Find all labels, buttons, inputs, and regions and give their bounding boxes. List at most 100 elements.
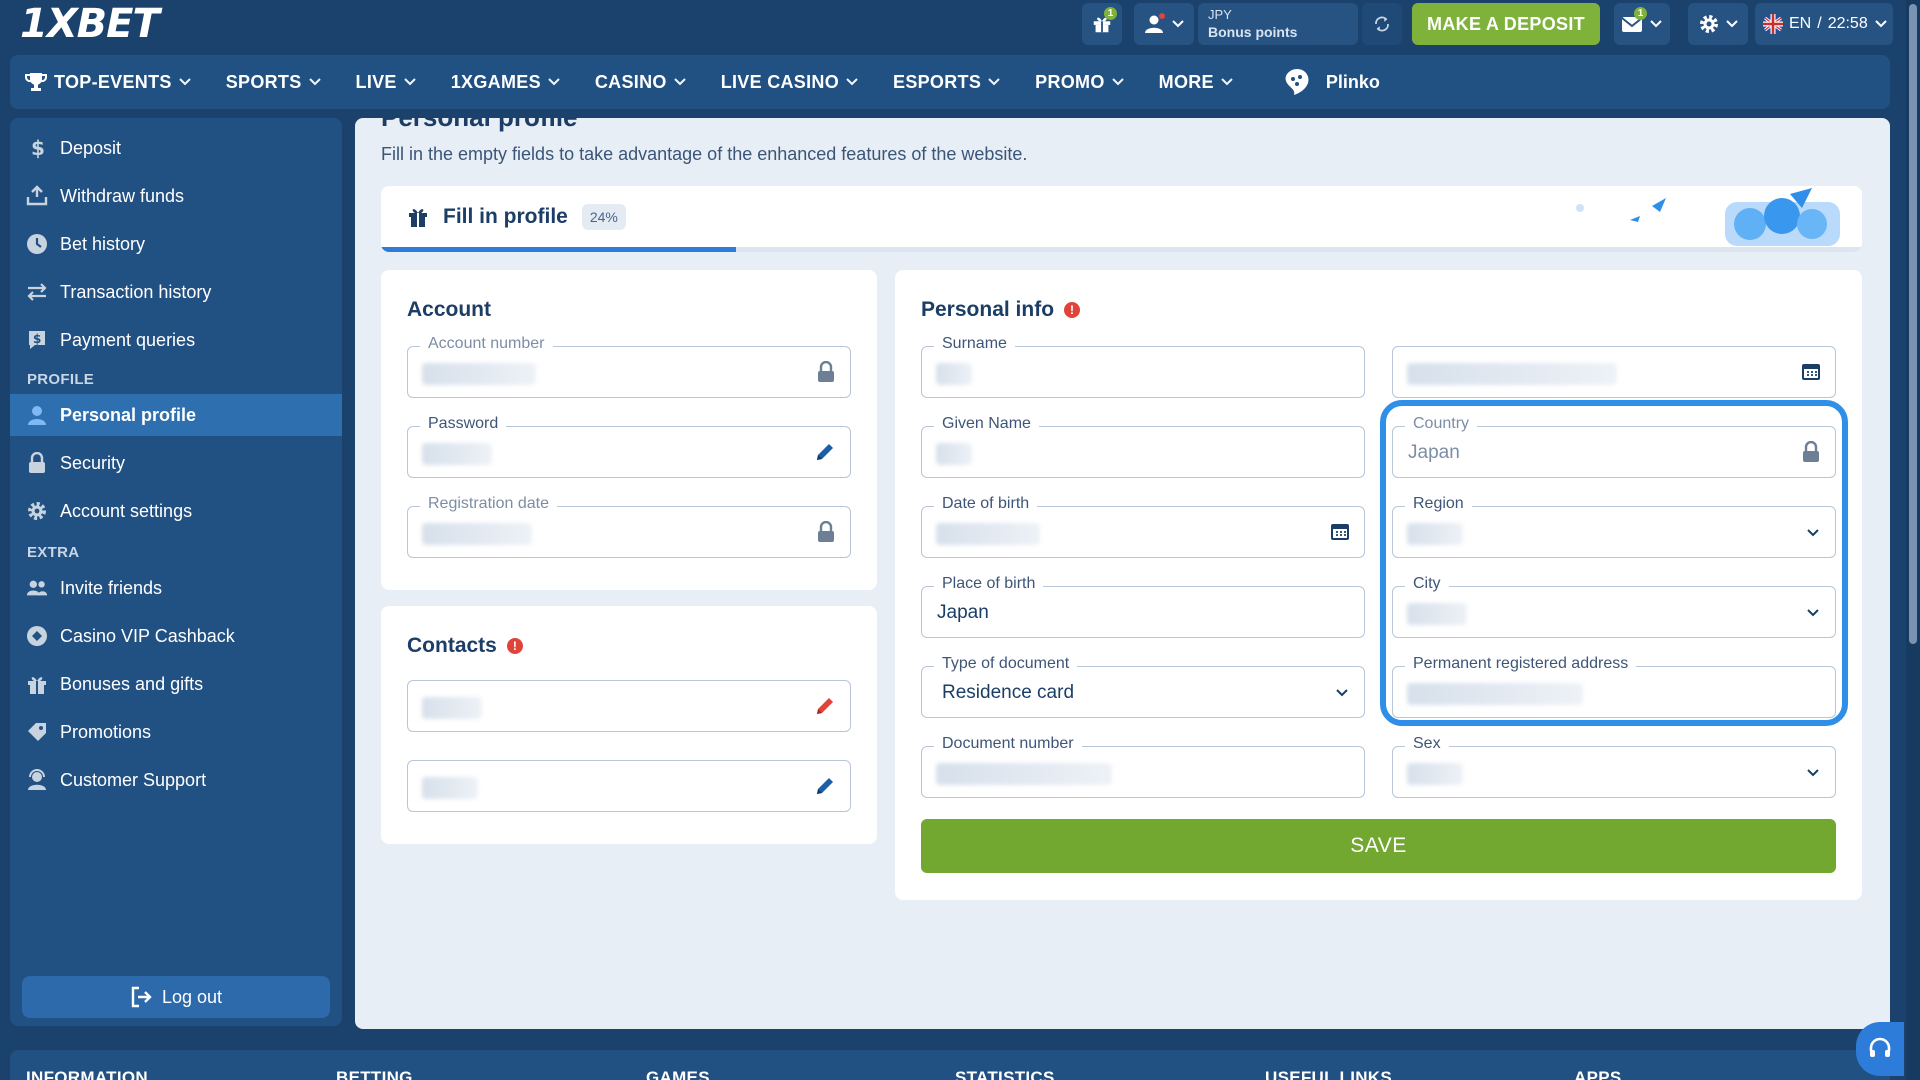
scrollbar-thumb[interactable] bbox=[1909, 4, 1917, 644]
sidebar-item-label: Invite friends bbox=[60, 577, 163, 598]
document-number-field[interactable]: Document number bbox=[921, 735, 1365, 798]
chevron-down-icon bbox=[1172, 20, 1184, 28]
make-deposit-button[interactable]: MAKE A DEPOSIT bbox=[1412, 3, 1600, 45]
nav-live[interactable]: LIVE bbox=[356, 72, 417, 93]
language-time-selector[interactable]: EN / 22:58 bbox=[1755, 3, 1893, 45]
surname-field[interactable]: Surname bbox=[921, 335, 1365, 398]
profile-menu-button[interactable] bbox=[1134, 3, 1194, 45]
given-name-value-masked bbox=[936, 443, 972, 465]
users-icon bbox=[26, 577, 48, 599]
nav-more[interactable]: MORE bbox=[1159, 72, 1234, 93]
given-name-field[interactable]: Given Name bbox=[921, 415, 1365, 478]
type-of-document-select[interactable]: Type of document Residence card bbox=[921, 655, 1365, 718]
sidebar-item-label: Payment queries bbox=[60, 329, 196, 350]
live-support-button[interactable] bbox=[1856, 1022, 1904, 1076]
fill-profile-banner[interactable]: Fill in profile 24% bbox=[381, 186, 1862, 252]
nav-1xgames[interactable]: 1XGAMES bbox=[451, 72, 561, 93]
fill-profile-title: Fill in profile 24% bbox=[407, 204, 626, 230]
issue-date-value-masked bbox=[1407, 363, 1617, 385]
sidebar-item-promotions[interactable]: Promotions bbox=[10, 711, 342, 753]
withdraw-icon bbox=[26, 185, 48, 207]
cashback-icon bbox=[26, 625, 48, 647]
sidebar-item-invite-friends[interactable]: Invite friends bbox=[10, 567, 342, 609]
personal-info-title: Personal info ! bbox=[921, 298, 1081, 322]
sidebar-section-extra: EXTRA bbox=[27, 544, 80, 561]
password-field[interactable]: Password bbox=[407, 415, 851, 478]
headset-icon bbox=[1869, 1037, 1891, 1057]
place-of-birth-field[interactable]: Place of birth Japan bbox=[921, 575, 1365, 638]
sidebar-item-personal-profile[interactable]: Personal profile bbox=[10, 394, 342, 436]
sidebar-item-payment-queries[interactable]: $ Payment queries bbox=[10, 319, 342, 361]
type-of-document-label: Type of document bbox=[934, 655, 1078, 673]
user-icon bbox=[1145, 13, 1165, 33]
nav-casino[interactable]: CASINO bbox=[595, 72, 687, 93]
sidebar-item-label: Account settings bbox=[60, 500, 193, 521]
nav-top-events[interactable]: TOP-EVENTS bbox=[24, 70, 192, 94]
page-subtitle: Fill in the empty fields to take advanta… bbox=[381, 144, 1028, 164]
transfer-icon bbox=[26, 281, 48, 303]
issue-date-field[interactable] bbox=[1392, 346, 1836, 398]
gifts-button[interactable]: 1 bbox=[1082, 3, 1122, 45]
sidebar-item-withdraw-funds[interactable]: Withdraw funds bbox=[10, 175, 342, 217]
phone-field[interactable] bbox=[407, 680, 851, 732]
place-of-birth-value: Japan bbox=[937, 602, 989, 623]
nav-label: LIVE CASINO bbox=[720, 71, 840, 92]
warning-icon: ! bbox=[506, 638, 523, 654]
nav-label: PROMO bbox=[1035, 71, 1105, 92]
sidebar-item-bonuses-and-gifts[interactable]: Bonuses and gifts bbox=[10, 663, 342, 705]
footer-useful-links[interactable]: USEFUL LINKS bbox=[1265, 1068, 1392, 1080]
footer-information[interactable]: INFORMATION bbox=[26, 1068, 148, 1080]
page-scrollbar[interactable] bbox=[1906, 0, 1920, 1080]
sidebar-item-bet-history[interactable]: Bet history bbox=[10, 223, 342, 265]
contacts-title-text: Contacts bbox=[407, 634, 497, 657]
password-label: Password bbox=[420, 415, 507, 433]
logout-button[interactable]: Log out bbox=[22, 976, 330, 1018]
sidebar-item-customer-support[interactable]: Customer Support bbox=[10, 759, 342, 801]
footer-betting[interactable]: BETTING bbox=[336, 1068, 413, 1080]
messages-button[interactable]: 1 bbox=[1614, 3, 1670, 45]
sidebar-item-account-settings[interactable]: Account settings bbox=[10, 490, 342, 532]
brand-logo[interactable]: 1XBET bbox=[20, 2, 160, 46]
nav-sports[interactable]: SPORTS bbox=[226, 72, 322, 93]
sidebar-item-label: Security bbox=[60, 452, 126, 473]
svg-text:$: $ bbox=[31, 137, 45, 159]
refresh-icon bbox=[1375, 16, 1389, 32]
sex-select[interactable]: Sex bbox=[1392, 735, 1836, 798]
footer-apps[interactable]: APPS bbox=[1574, 1068, 1622, 1080]
support-icon bbox=[26, 769, 48, 791]
balance-box[interactable]: JPY Bonus points bbox=[1198, 3, 1358, 45]
footer-statistics[interactable]: STATISTICS bbox=[955, 1068, 1055, 1080]
chevron-down-icon bbox=[846, 78, 858, 86]
dollar-icon: $ bbox=[26, 137, 48, 159]
fill-profile-progress bbox=[381, 247, 1862, 252]
pencil-icon[interactable] bbox=[814, 441, 836, 463]
contacts-title: Contacts ! bbox=[407, 634, 523, 658]
type-of-document-value: Residence card bbox=[942, 682, 1075, 703]
footer-games[interactable]: GAMES bbox=[646, 1068, 710, 1080]
nav-live-casino[interactable]: LIVE CASINO bbox=[721, 72, 859, 93]
nav-promo[interactable]: PROMO bbox=[1035, 72, 1125, 93]
refresh-balance-button[interactable] bbox=[1362, 3, 1402, 45]
pencil-icon[interactable] bbox=[814, 775, 836, 797]
calendar-icon[interactable] bbox=[1330, 521, 1350, 541]
sidebar-item-label: Deposit bbox=[60, 137, 122, 158]
sidebar-item-casino-vip-cashback[interactable]: Casino VIP Cashback bbox=[10, 615, 342, 657]
email-field[interactable] bbox=[407, 760, 851, 812]
nav-plinko[interactable]: Plinko bbox=[1282, 67, 1380, 97]
nav-label: TOP-EVENTS bbox=[54, 71, 172, 92]
date-of-birth-field[interactable]: Date of birth bbox=[921, 495, 1365, 558]
account-number-label: Account number bbox=[420, 335, 553, 353]
save-button[interactable]: SAVE bbox=[921, 819, 1836, 873]
calendar-icon[interactable] bbox=[1801, 361, 1821, 381]
nav-esports[interactable]: ESPORTS bbox=[893, 72, 1001, 93]
sidebar-item-deposit[interactable]: $ Deposit bbox=[10, 127, 342, 169]
pencil-icon[interactable] bbox=[814, 695, 836, 717]
sidebar-item-transaction-history[interactable]: Transaction history bbox=[10, 271, 342, 313]
nav-label: 1XGAMES bbox=[450, 71, 541, 92]
phone-value-masked bbox=[422, 697, 482, 719]
sidebar-item-security[interactable]: Security bbox=[10, 442, 342, 484]
settings-menu-button[interactable] bbox=[1688, 3, 1748, 45]
lock-icon bbox=[26, 452, 48, 474]
registration-date-value-masked bbox=[422, 523, 532, 545]
sidebar-section-profile: PROFILE bbox=[27, 371, 95, 388]
